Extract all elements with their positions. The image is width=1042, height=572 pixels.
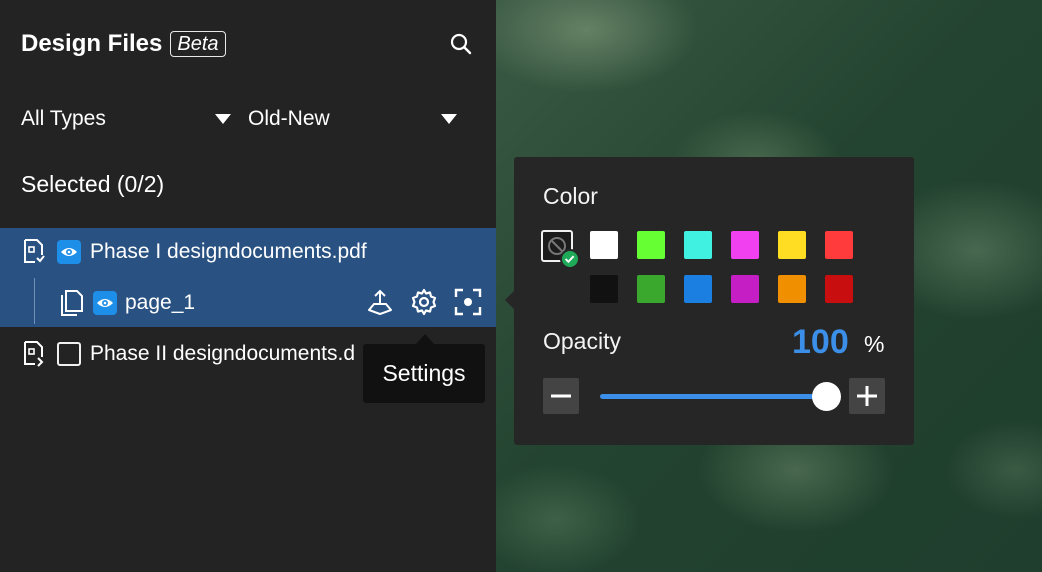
pdf-file-icon [24, 341, 44, 367]
opacity-unit: % [864, 331, 885, 357]
eye-icon [97, 299, 113, 307]
color-swatch[interactable] [637, 231, 665, 259]
eye-icon [61, 248, 77, 256]
selected-check-icon [560, 249, 580, 269]
color-swatch[interactable] [778, 231, 806, 259]
plus-icon [857, 386, 877, 406]
panel-header: Design Files Beta [21, 28, 226, 60]
color-swatch[interactable] [731, 275, 759, 303]
color-swatch[interactable] [684, 231, 712, 259]
increase-opacity-button[interactable] [849, 378, 885, 414]
page-icon [61, 290, 83, 316]
color-swatch[interactable] [590, 275, 618, 303]
decrease-opacity-button[interactable] [543, 378, 579, 414]
visibility-checkbox[interactable] [57, 342, 81, 366]
opacity-slider-track[interactable] [600, 394, 825, 399]
color-swatch[interactable] [825, 275, 853, 303]
opacity-value[interactable]: 100 [792, 323, 849, 362]
opacity-slider-thumb[interactable] [812, 382, 841, 411]
color-swatch[interactable] [590, 231, 618, 259]
sort-dropdown[interactable]: Old-New [248, 104, 458, 134]
color-label: Color [543, 183, 598, 209]
sort-value: Old-New [248, 107, 330, 130]
design-files-panel: Design Files Beta All Types Old-New Sele… [0, 0, 496, 572]
visibility-toggle[interactable] [93, 291, 117, 315]
panel-title: Design Files [21, 30, 163, 57]
file-row[interactable]: Phase II designdocuments.d [22, 334, 355, 374]
page-row[interactable]: page_1 [59, 283, 195, 323]
color-settings-popover: Color Opacity 100 % [505, 157, 914, 445]
type-filter-value: All Types [21, 107, 106, 130]
page-name: page_1 [125, 291, 196, 314]
search-icon[interactable] [450, 33, 472, 55]
pdf-file-icon [24, 239, 45, 263]
gear-icon[interactable] [410, 288, 438, 316]
chevron-down-icon [215, 114, 231, 124]
beta-badge: Beta [170, 31, 226, 57]
visibility-toggle[interactable] [57, 240, 81, 264]
color-swatch[interactable] [684, 275, 712, 303]
tree-guide-line [34, 278, 35, 324]
file-row[interactable]: Phase I designdocuments.pdf [22, 232, 367, 272]
selected-count: Selected (0/2) [21, 171, 165, 197]
tooltip-text: Settings [382, 360, 466, 386]
type-filter-dropdown[interactable]: All Types [21, 104, 236, 134]
color-swatch[interactable] [637, 275, 665, 303]
focus-icon[interactable] [454, 288, 482, 316]
minus-icon [551, 394, 571, 398]
settings-tooltip: Settings [363, 334, 485, 403]
move-to-map-icon[interactable] [366, 288, 394, 316]
color-swatch[interactable] [825, 231, 853, 259]
color-swatch[interactable] [778, 275, 806, 303]
file-name: Phase I designdocuments.pdf [90, 240, 367, 263]
opacity-label: Opacity [543, 328, 621, 354]
chevron-down-icon [441, 114, 457, 124]
color-swatch[interactable] [731, 231, 759, 259]
file-name: Phase II designdocuments.d [90, 342, 356, 365]
